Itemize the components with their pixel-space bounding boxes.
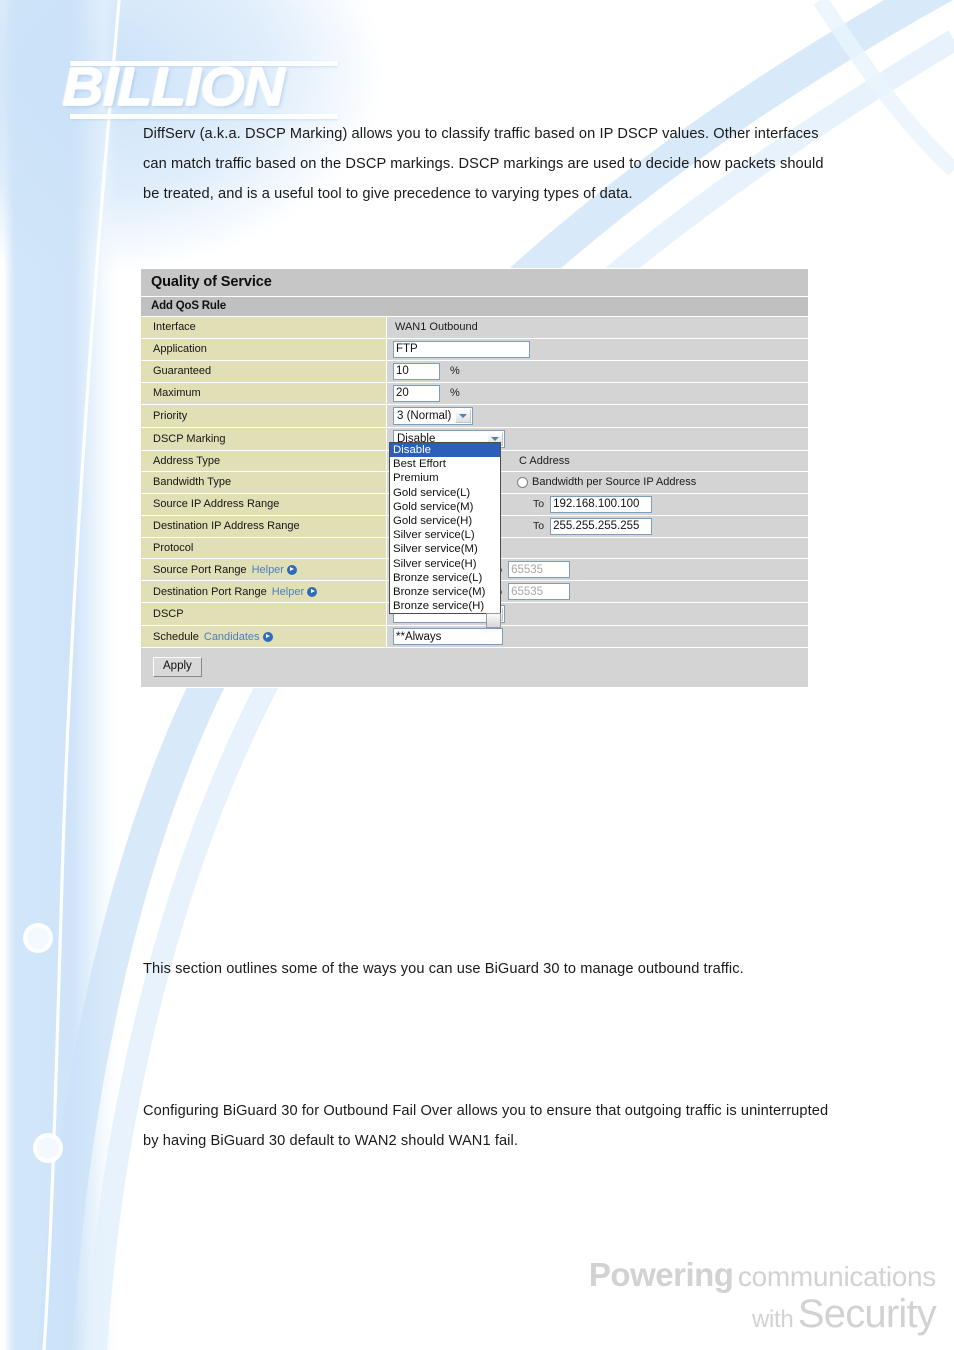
qos-panel-title: Quality of Service (141, 269, 808, 297)
qos-screenshot-panel: Quality of Service Add QoS Rule Interfac… (140, 268, 809, 688)
dropdown-option[interactable]: Silver service(M) (390, 542, 500, 556)
failover-paragraph: Configuring BiGuard 30 for Outbound Fail… (143, 1103, 829, 1149)
source-ip-to-input[interactable] (550, 495, 653, 513)
dropdown-option[interactable]: Disable (390, 443, 500, 458)
row-label-source-ip-range: Source IP Address Range (141, 493, 387, 515)
table-row-interface: Interface WAN1 Outbound (141, 317, 808, 339)
bandwidth-type-option-2-label: Bandwidth per Source IP Address (532, 476, 697, 489)
dest-port-helper-text: Helper (271, 585, 305, 598)
schedule-candidates-text: Candidates (203, 630, 260, 643)
dropdown-option[interactable]: Gold service(H) (390, 514, 500, 528)
intro-paragraph: DiffServ (a.k.a. DSCP Marking) allows yo… (143, 126, 824, 202)
row-label-guaranteed: Guaranteed (141, 360, 387, 382)
dropdown-option[interactable]: Bronze service(H) (390, 599, 500, 613)
interface-value: WAN1 Outbound (395, 321, 478, 334)
schedule-candidates-link[interactable]: Candidates (204, 631, 273, 643)
row-label-schedule: Schedule Candidates (141, 626, 387, 647)
dest-port-to-input[interactable] (508, 583, 571, 600)
dest-ip-to-label: To (533, 520, 545, 532)
source-port-helper-link[interactable]: Helper (252, 564, 297, 576)
table-row-priority: Priority 3 (Normal) (141, 404, 808, 428)
application-input[interactable] (393, 340, 530, 358)
schedule-label-text: Schedule (153, 630, 199, 643)
dropdown-scroll-button[interactable] (486, 613, 501, 629)
row-value-priority: 3 (Normal) (387, 404, 808, 427)
billion-logo: BILLION (62, 57, 347, 119)
arrow-circle-icon[interactable] (262, 631, 273, 642)
table-row-application: Application (141, 338, 808, 361)
tagline-with: with (751, 1305, 794, 1333)
source-port-range-label-text: Source Port Range (153, 563, 247, 576)
row-label-dest-port-range: Destination Port Range Helper (141, 581, 387, 602)
dropdown-option[interactable]: Silver service(H) (390, 557, 500, 571)
maximum-unit: % (450, 387, 460, 399)
maximum-input[interactable] (393, 384, 440, 402)
footer-tagline: Powering communications with Security (589, 1258, 937, 1336)
chevron-down-icon[interactable] (455, 408, 471, 423)
row-label-dscp: DSCP (141, 603, 387, 625)
dscp-marking-dropdown-list[interactable]: Disable Best Effort Premium Gold service… (389, 442, 501, 629)
row-label-protocol: Protocol (141, 537, 387, 558)
table-row-guaranteed: Guaranteed % (141, 360, 808, 383)
table-row-schedule: Schedule Candidates (141, 626, 808, 648)
address-type-option-mac: C Address (519, 454, 570, 467)
bandwidth-per-source-ip-radio-group[interactable]: Bandwidth per Source IP Address (517, 476, 696, 488)
row-value-interface: WAN1 Outbound (387, 317, 808, 338)
row-label-application: Application (141, 338, 387, 360)
row-label-source-port-range: Source Port Range Helper (141, 559, 387, 580)
source-port-helper-text: Helper (251, 563, 284, 576)
priority-select[interactable]: 3 (Normal) (393, 406, 473, 425)
dest-port-helper-link[interactable]: Helper (271, 585, 318, 598)
guaranteed-unit: % (450, 365, 460, 377)
logo-wordmark: BILLION (62, 57, 285, 117)
dropdown-option[interactable]: Gold service(L) (390, 486, 500, 500)
tagline-line-1: Powering communications (589, 1258, 936, 1292)
row-value-application (387, 338, 808, 360)
tagline-line-2: with Security (589, 1291, 937, 1336)
schedule-input[interactable] (393, 628, 503, 645)
row-label-priority: Priority (141, 404, 387, 427)
row-value-schedule (387, 626, 808, 647)
row-label-address-type: Address Type (141, 450, 387, 471)
dropdown-option[interactable]: Gold service(M) (390, 500, 500, 514)
row-value-guaranteed: % (387, 360, 808, 382)
guaranteed-input[interactable] (393, 362, 440, 380)
row-label-bandwidth-type: Bandwidth Type (141, 472, 387, 493)
tagline-powering: Powering (588, 1256, 734, 1293)
dest-ip-to-input[interactable] (550, 517, 653, 535)
dropdown-option[interactable]: Best Effort (390, 457, 500, 471)
source-port-to-input[interactable] (508, 561, 571, 578)
arrow-circle-icon[interactable] (286, 564, 297, 575)
apply-button-area: Apply (141, 648, 808, 687)
tagline-security: Security (797, 1291, 937, 1336)
tagline-communications: communications (737, 1261, 936, 1292)
dest-port-range-label-text: Destination Port Range (153, 585, 267, 598)
dropdown-option[interactable]: Silver service(L) (390, 528, 500, 542)
row-label-interface: Interface (141, 317, 387, 338)
row-label-dscp-marking: DSCP Marking (141, 427, 387, 450)
arrow-circle-icon[interactable] (307, 586, 318, 597)
qos-panel-subtitle: Add QoS Rule (141, 297, 808, 317)
apply-button[interactable]: Apply (153, 657, 202, 677)
row-label-maximum: Maximum (141, 382, 387, 404)
row-label-dest-ip-range: Destination IP Address Range (141, 515, 387, 537)
priority-selected-value: 3 (Normal) (397, 409, 452, 422)
source-ip-to-label: To (533, 498, 545, 510)
dropdown-option[interactable]: Premium (390, 471, 500, 485)
table-row-maximum: Maximum % (141, 382, 808, 405)
radio-button-icon[interactable] (517, 476, 528, 488)
row-value-maximum: % (387, 382, 808, 404)
outbound-traffic-paragraph: This section outlines some of the ways y… (143, 961, 744, 977)
dropdown-option[interactable]: Bronze service(M) (390, 585, 500, 599)
dropdown-option[interactable]: Bronze service(L) (390, 571, 500, 585)
